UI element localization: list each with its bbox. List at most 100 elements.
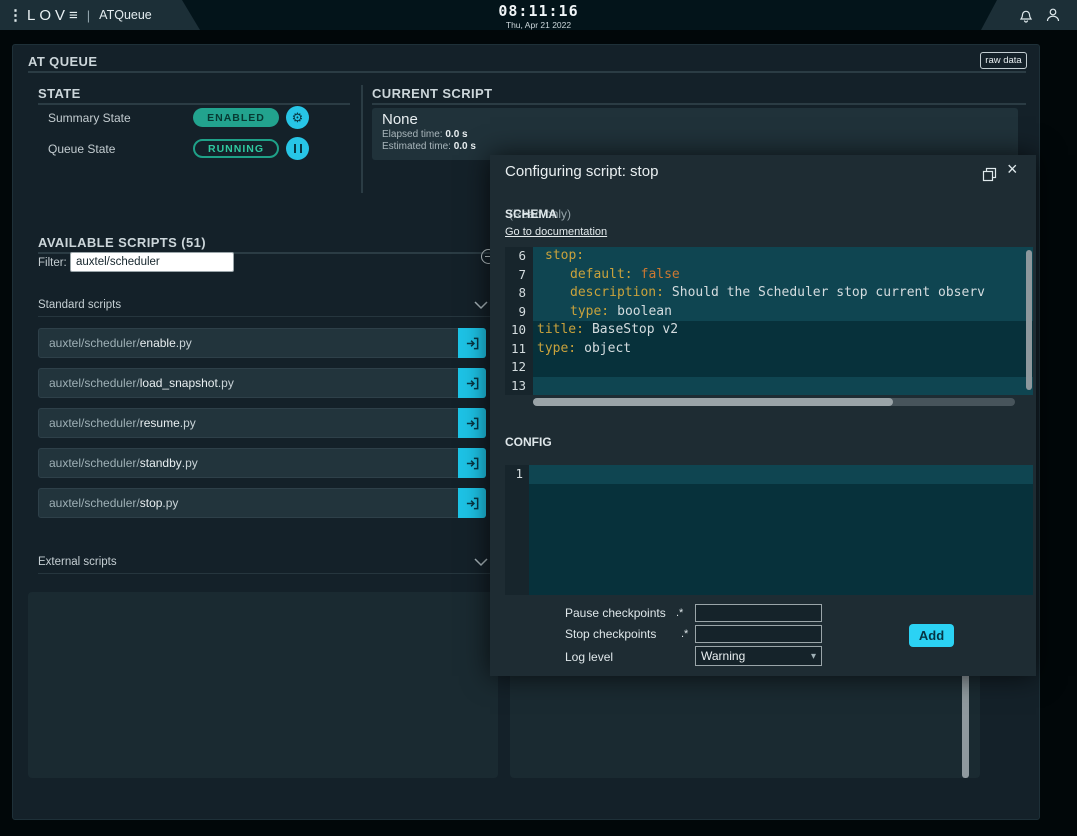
love-logo: LOV≡ [27,7,78,24]
launch-script-button[interactable] [458,328,486,358]
launch-script-icon [465,416,480,431]
pause-checkpoints-hint: .* [676,607,683,619]
summary-state-badge: ENABLED [193,108,279,127]
filter-label: Filter: [38,257,67,269]
pause-checkpoints-input[interactable] [695,604,822,622]
stop-checkpoints-hint: .* [681,628,688,640]
line-number: 6 [505,247,533,266]
configure-script-dialog: Configuring script: stop × SCHEMA(Read o… [490,155,1036,676]
clock-time: 08:11:16 [498,2,578,20]
detach-window-icon[interactable] [981,166,998,183]
launch-script-icon [465,336,480,351]
line-number: 9 [505,303,533,322]
pause-icon [294,144,302,153]
code-line: stop: [533,247,1033,266]
stop-checkpoints-input[interactable] [695,625,822,643]
schema-vertical-scrollbar[interactable] [1026,250,1032,390]
standard-group-rule [38,316,490,317]
add-button[interactable]: Add [909,624,954,647]
clock-date: Thu, Apr 21 2022 [498,20,578,30]
launch-script-button[interactable] [458,488,486,518]
launch-script-icon [465,456,480,471]
code-line [533,358,1033,377]
summary-state-settings-button[interactable]: ⚙ [286,106,309,129]
queue-state-badge: RUNNING [193,139,279,158]
log-level-value: Warning [701,649,745,663]
launch-script-button[interactable] [458,448,486,478]
schema-section-title: SCHEMA(Read only) [505,207,571,221]
launch-script-button[interactable] [458,368,486,398]
line-number: 7 [505,266,533,285]
line-number: 10 [505,321,533,340]
queue-state-label: Queue State [48,142,115,156]
page-title: AT QUEUE [28,54,97,69]
current-script-name: None [382,111,1008,128]
user-icon[interactable] [1045,7,1061,23]
current-script-card: None Elapsed time: 0.0 s Estimated time:… [372,108,1018,160]
stop-checkpoints-label: Stop checkpoints [565,627,656,641]
line-number: 1 [505,465,529,484]
script-list-item[interactable]: auxtel/scheduler/stop.py [38,488,486,518]
launch-script-button[interactable] [458,408,486,438]
script-list-item[interactable]: auxtel/scheduler/enable.py [38,328,486,358]
pause-queue-button[interactable] [286,137,309,160]
external-scripts-header[interactable]: External scripts [38,556,117,568]
config-code-editor[interactable]: 1 [505,465,1033,595]
code-line: type:boolean [533,303,1033,322]
estimated-time-label: Estimated time: [382,141,451,152]
standard-scripts-header[interactable]: Standard scripts [38,299,121,311]
logo-e-glyph: ≡ [69,7,78,24]
launch-script-icon [465,376,480,391]
script-list-item[interactable]: auxtel/scheduler/resume.py [38,408,486,438]
launch-script-icon [465,496,480,511]
gear-icon: ⚙ [292,111,304,124]
script-list-item[interactable]: auxtel/scheduler/standby.py [38,448,486,478]
code-line: default:false [533,266,1033,285]
clock: 08:11:16 Thu, Apr 21 2022 [498,2,578,30]
raw-data-button[interactable]: raw data [980,52,1027,69]
script-list-item[interactable]: auxtel/scheduler/load_snapshot.py [38,368,486,398]
menu-icon[interactable]: ⋮ [8,6,18,24]
line-number: 12 [505,358,533,377]
chevron-down-icon[interactable] [474,301,488,310]
line-number: 8 [505,284,533,303]
horizontal-scrollbar-track[interactable] [533,398,1015,406]
code-line: title:BaseStop v2 [533,321,1033,340]
queue-panel-left [28,592,498,778]
topbar-left-section: ⋮ LOV≡ | ATQueue [0,0,202,30]
documentation-link[interactable]: Go to documentation [505,226,607,238]
config-section-title: CONFIG [505,435,552,449]
top-bar: ⋮ LOV≡ | ATQueue 08:11:16 Thu, Apr 21 20… [0,0,1077,30]
horizontal-scrollbar-thumb[interactable] [533,398,893,406]
available-scripts-title: AVAILABLE SCRIPTS (51) [38,235,206,250]
close-icon[interactable]: × [1007,160,1018,180]
atqueue-app: ⋮ LOV≡ | ATQueue 08:11:16 Thu, Apr 21 20… [0,0,1077,836]
title-rule [28,71,1026,73]
topbar-divider: | [87,8,90,23]
state-section-title: STATE [38,86,81,101]
log-level-select[interactable]: Warning ▾ [695,646,822,666]
code-line: description:Should the Scheduler stop cu… [533,284,1033,303]
config-gutter [505,465,529,595]
app-name: ATQueue [99,8,152,22]
dialog-title: Configuring script: stop [505,163,658,180]
chevron-down-icon[interactable] [474,558,488,567]
code-line: type:object [533,340,1033,359]
pause-checkpoints-label: Pause checkpoints [565,606,666,620]
bell-icon[interactable] [1018,7,1034,23]
current-script-title: CURRENT SCRIPT [372,86,492,101]
section-divider [361,85,363,193]
config-active-line [529,465,1033,484]
elapsed-time-label: Elapsed time: [382,129,443,140]
state-rule [38,103,350,105]
current-script-rule [372,103,1026,105]
topbar-right-section [981,0,1077,30]
dropdown-arrow-icon: ▾ [811,651,816,662]
external-group-rule [38,573,490,574]
schema-code-editor[interactable]: 6stop: 7default:false 8description:Shoul… [505,247,1033,395]
estimated-time-value: 0.0 s [454,141,476,152]
log-level-label: Log level [565,650,613,664]
summary-state-label: Summary State [48,111,131,125]
elapsed-time-value: 0.0 s [445,129,467,140]
filter-input[interactable] [70,252,234,272]
